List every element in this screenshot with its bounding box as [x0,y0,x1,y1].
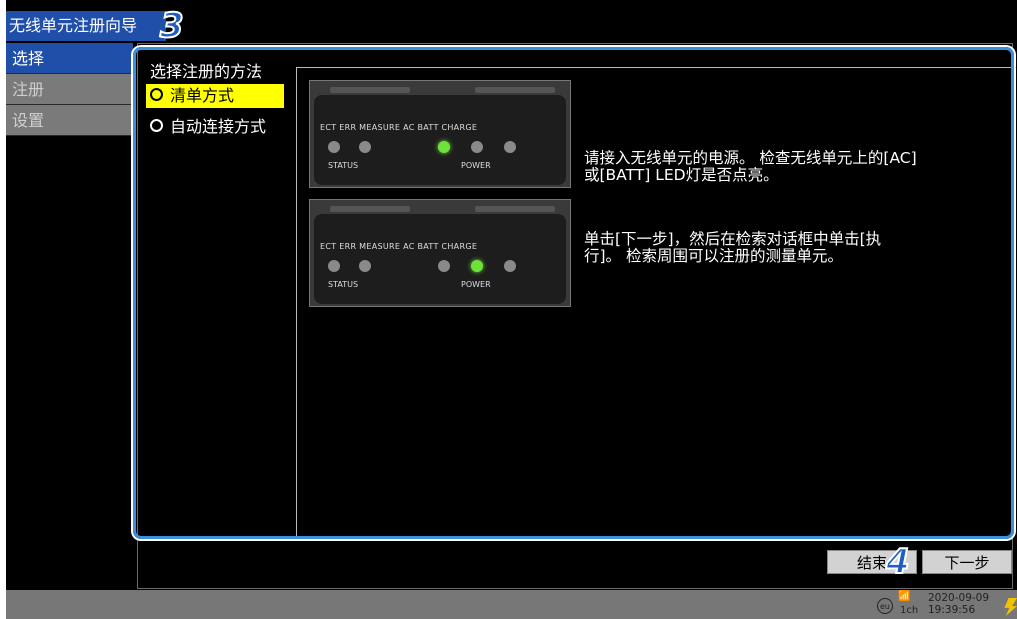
datetime: 2020-09-09 19:39:56 [928,592,989,616]
nav-item-select[interactable]: 选择 [6,43,133,74]
status-bar [6,590,1017,619]
callout-number-3: 3 [159,6,185,46]
callout-frame [133,47,1014,539]
region-icon: eu [877,598,893,614]
wifi-icon: 📶 [898,591,911,602]
next-button[interactable]: 下一步 [922,550,1012,574]
window-title: 无线单元注册向导 [6,11,166,41]
nav-item-settings[interactable]: 设置 [6,105,133,136]
channel-label: 1ch [900,605,919,616]
callout-number-4: 4 [885,542,911,582]
nav-item-register[interactable]: 注册 [6,74,133,105]
left-nav: 选择 注册 设置 [6,43,133,136]
time-label: 19:39:56 [928,604,976,616]
date-label: 2020-09-09 [928,592,990,604]
